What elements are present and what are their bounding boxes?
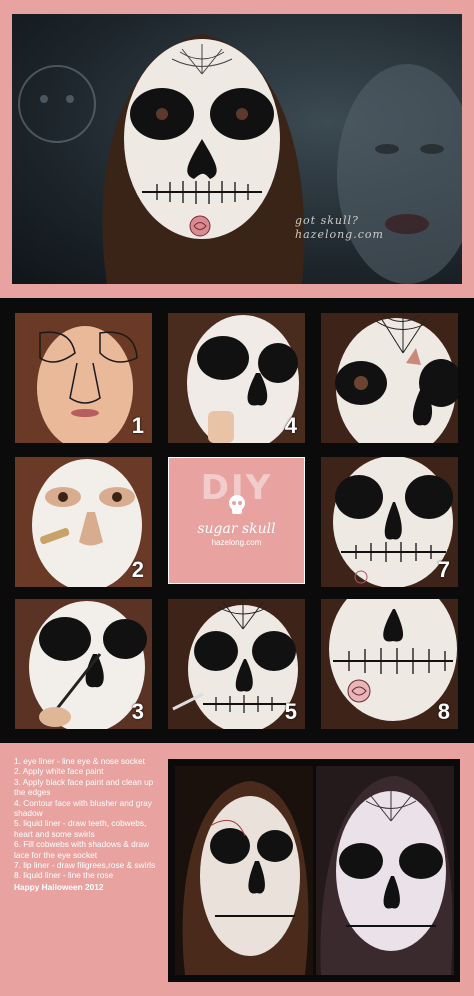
diy-script-title: sugar skull <box>197 521 276 537</box>
step-number: 4 <box>284 413 297 438</box>
signature-line-1: got skull? <box>295 214 359 227</box>
step-text: 6. Fill cobwebs with shadows & draw lace… <box>14 839 150 860</box>
step-tile-1: 1 <box>15 313 152 443</box>
step-number: 5 <box>284 699 297 724</box>
step-number: 1 <box>131 413 144 438</box>
hero-photo: got skull? hazelong.com <box>12 14 462 284</box>
step-text: 4. Contour face with blusher and gray sh… <box>14 797 152 819</box>
steps-list: 1. eye liner - line eye & nose socket 2.… <box>14 756 164 892</box>
step-number: 7 <box>437 557 450 582</box>
final-look-panel <box>168 759 460 982</box>
step-text: 2. Apply white face paint <box>14 766 104 777</box>
step-text: 1. eye liner - line eye & nose socket <box>14 756 145 766</box>
step-tile-7: 7 <box>321 457 458 587</box>
step-text: 7. lip liner - draw filigrees,rose & swi… <box>14 860 156 871</box>
step-number: 3 <box>131 699 144 724</box>
step-tile-8: 8 <box>321 599 458 729</box>
footer-greeting: Happy Halloween 2012 <box>14 881 104 892</box>
step-tile-3: 3 <box>15 599 152 729</box>
step-tile-6 <box>321 313 458 443</box>
step-tile-4: 4 <box>168 313 305 443</box>
step-text: 8. liquid liner - line the rose <box>14 870 114 881</box>
sugar-skull-portrait <box>18 34 462 284</box>
step-photo-6 <box>321 313 458 443</box>
diy-site: hazelong.com <box>211 538 262 547</box>
step-text: 3. Apply black face paint and clean up t… <box>14 776 154 798</box>
diy-title: DIY <box>200 468 273 508</box>
hero-signature: got skull? hazelong.com <box>295 214 425 242</box>
step-tile-2: 2 <box>15 457 152 587</box>
step-number: 2 <box>131 557 144 582</box>
step-number: 8 <box>437 699 450 724</box>
signature-line-2: hazelong.com <box>295 228 384 241</box>
final-photo-right <box>316 766 454 975</box>
final-photo-left <box>175 766 313 975</box>
step-tile-5: 5 <box>168 599 305 729</box>
diy-title-card: DIY sugar skull hazelong.com <box>168 457 305 584</box>
step-text: 5. liquid liner - draw teeth, cobwebs, h… <box>14 818 147 839</box>
